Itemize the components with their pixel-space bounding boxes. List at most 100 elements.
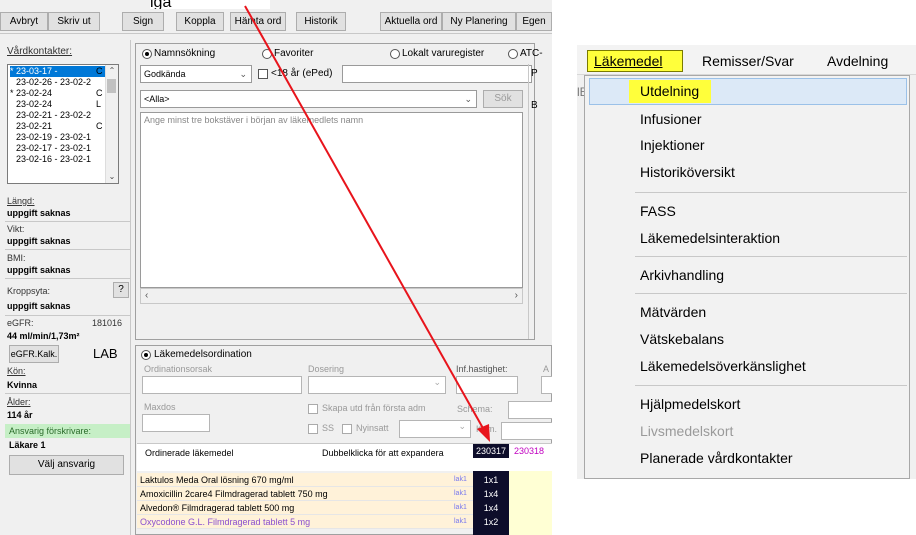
under18-label: <18 år (ePed) bbox=[271, 68, 333, 79]
menu-screenshot: Läkemedel Remisser/Svar Avdelning lE Utd… bbox=[577, 45, 916, 479]
medication-row[interactable]: Oxycodone G.L. Filmdragerad tablett 5 mg bbox=[137, 515, 477, 529]
dose-cell[interactable]: 1x1 bbox=[473, 473, 509, 487]
ordered-header: Ordinerade läkemedel Dubbelklicka för at… bbox=[137, 443, 552, 471]
history-button[interactable]: Historik bbox=[296, 12, 346, 31]
menu-item-interaction[interactable]: Läkemedelsinteraktion bbox=[640, 228, 780, 248]
bodysurface-help-button[interactable]: ? bbox=[113, 282, 129, 298]
own-button[interactable]: Egen bbox=[516, 12, 552, 31]
schema-field[interactable] bbox=[508, 401, 552, 419]
date-column-header[interactable]: 230317 bbox=[473, 444, 509, 458]
chevron-left-icon[interactable]: ‹ bbox=[145, 290, 148, 301]
radio-label: Lokalt varuregister bbox=[402, 48, 485, 59]
sex-label: Kön: bbox=[7, 366, 26, 376]
radio-favorites[interactable] bbox=[262, 49, 272, 59]
drug-name-input[interactable] bbox=[342, 65, 532, 83]
kom-field[interactable] bbox=[501, 422, 552, 440]
maxdos-field[interactable] bbox=[142, 414, 210, 432]
ordered-header-label: Ordinerade läkemedel bbox=[145, 448, 234, 458]
infusion-field[interactable] bbox=[456, 376, 518, 394]
contact-row[interactable]: 23-02-17 - 23-02-1 bbox=[16, 143, 112, 154]
cancel-button[interactable]: Avbryt bbox=[0, 12, 48, 31]
medication-tag: lak1 bbox=[454, 504, 467, 511]
new-select[interactable]: ⌄ bbox=[399, 420, 471, 438]
age-value: 114 år bbox=[7, 410, 33, 420]
menu-item-history-overview[interactable]: Historiköversikt bbox=[640, 162, 735, 182]
weight-label: Vikt: bbox=[7, 224, 25, 234]
under18-checkbox[interactable] bbox=[258, 69, 268, 79]
menu-item-fass[interactable]: FASS bbox=[640, 201, 676, 221]
radio-atc[interactable] bbox=[508, 49, 518, 59]
reason-field[interactable] bbox=[142, 376, 302, 394]
contact-row[interactable]: * 23-02-24 bbox=[10, 88, 106, 99]
link-button[interactable]: Koppla bbox=[176, 12, 224, 31]
menu-item-measurements[interactable]: Mätvärden bbox=[640, 302, 706, 322]
bodysurface-value: uppgift saknas bbox=[7, 301, 71, 311]
scroll-thumb[interactable] bbox=[107, 79, 116, 93]
medication-row[interactable]: Alvedon® Filmdragerad tablett 500 mg bbox=[137, 501, 477, 515]
create-distribution-checkbox[interactable] bbox=[308, 404, 318, 414]
egfr-calc-button[interactable]: eGFR.Kalk. bbox=[9, 345, 59, 363]
new-label: Nyinsatt bbox=[356, 423, 389, 433]
medication-tag: lak1 bbox=[454, 490, 467, 497]
menu-item-fluid-balance[interactable]: Vätskebalans bbox=[640, 329, 724, 349]
menu-item-distribution[interactable]: Utdelning bbox=[640, 81, 699, 101]
a-field[interactable] bbox=[541, 376, 552, 394]
contact-row[interactable]: 23-02-16 - 23-02-1 bbox=[16, 154, 112, 165]
ss-label: SS bbox=[322, 423, 335, 433]
new-checkbox[interactable] bbox=[342, 424, 352, 434]
search-button[interactable]: Sök bbox=[483, 90, 523, 108]
ss-checkbox[interactable] bbox=[308, 424, 318, 434]
menu-department[interactable]: Avdelning bbox=[827, 51, 888, 71]
contact-type: C bbox=[96, 88, 103, 98]
chevron-right-icon[interactable]: › bbox=[515, 290, 518, 301]
contact-type: L bbox=[96, 99, 102, 109]
category-select-value: <Alla> bbox=[144, 94, 170, 104]
a-label: A bbox=[543, 364, 550, 374]
dose-cell[interactable]: 1x2 bbox=[473, 515, 509, 529]
weight-value: uppgift saknas bbox=[7, 236, 71, 246]
radio-local-register[interactable] bbox=[390, 49, 400, 59]
menu-item-archive[interactable]: Arkivhandling bbox=[640, 265, 724, 285]
menu-referrals[interactable]: Remisser/Svar bbox=[702, 51, 794, 71]
bodysurface-label: Kroppsyta: bbox=[7, 286, 51, 296]
approved-select[interactable]: Godkända ⌄ bbox=[140, 65, 252, 83]
fetch-orders-button[interactable]: Hämta ord bbox=[230, 12, 286, 31]
chevron-up-icon[interactable]: ⌃ bbox=[106, 65, 118, 77]
dose-cell[interactable]: 1x4 bbox=[473, 487, 509, 501]
results-hscrollbar[interactable]: ‹ › bbox=[140, 288, 523, 304]
dose-cell[interactable]: 1x4 bbox=[473, 501, 509, 515]
menu-medications[interactable]: Läkemedel bbox=[594, 51, 663, 71]
choose-responsible-button[interactable]: Välj ansvarig bbox=[9, 455, 124, 475]
chevron-down-icon: ⌄ bbox=[458, 421, 466, 431]
contact-row-selected[interactable]: * 23-03-17 - bbox=[10, 66, 106, 77]
menu-item-hypersensitivity[interactable]: Läkemedelsöverkänslighet bbox=[640, 356, 806, 376]
dosage-select[interactable]: ⌄ bbox=[308, 376, 446, 394]
medication-row[interactable]: Amoxicillin 2care4 Filmdragerad tablett … bbox=[137, 487, 477, 501]
order-radio[interactable] bbox=[141, 350, 151, 360]
results-list[interactable]: Ange minst tre bokstäver i början av läk… bbox=[140, 112, 523, 288]
menu-item-injections[interactable]: Injektioner bbox=[640, 135, 705, 155]
print-button[interactable]: Skriv ut bbox=[48, 12, 100, 31]
medication-row[interactable]: Laktulos Meda Oral lösning 670 mg/ml bbox=[137, 473, 477, 487]
contacts-label: Vårdkontakter: bbox=[7, 46, 73, 57]
menu-item-food-card[interactable]: Livsmedelskort bbox=[640, 421, 733, 441]
contacts-list[interactable]: * 23-03-17 - 23-02-26 - 23-02-2 * 23-02-… bbox=[7, 64, 119, 184]
current-orders-button[interactable]: Aktuella ord bbox=[380, 12, 442, 31]
radio-label: Namnsökning bbox=[154, 48, 216, 59]
sign-button[interactable]: Sign bbox=[122, 12, 164, 31]
radio-name-search[interactable] bbox=[142, 49, 152, 59]
chevron-down-icon: ⌄ bbox=[433, 377, 441, 387]
contact-row[interactable]: 23-02-19 - 23-02-1 bbox=[16, 132, 112, 143]
date-column-header[interactable]: 230318 bbox=[509, 444, 549, 458]
menu-item-planned-contacts[interactable]: Planerade vårdkontakter bbox=[640, 448, 793, 468]
contact-row[interactable]: 23-02-26 - 23-02-2 bbox=[16, 77, 112, 88]
category-select[interactable]: <Alla> ⌄ bbox=[140, 90, 477, 108]
new-planning-button[interactable]: Ny Planering bbox=[442, 12, 516, 31]
chevron-down-icon[interactable]: ⌄ bbox=[106, 171, 118, 183]
menu-item-infusions[interactable]: Infusioner bbox=[640, 109, 701, 129]
menu-item-aid-card[interactable]: Hjälpmedelskort bbox=[640, 394, 740, 414]
chevron-down-icon: ⌄ bbox=[239, 69, 247, 79]
order-pane-title: Läkemedelsordination bbox=[154, 349, 252, 360]
contacts-scrollbar[interactable]: ⌃ ⌄ bbox=[105, 65, 118, 183]
contact-row[interactable]: 23-02-21 - 23-02-2 bbox=[16, 110, 112, 121]
